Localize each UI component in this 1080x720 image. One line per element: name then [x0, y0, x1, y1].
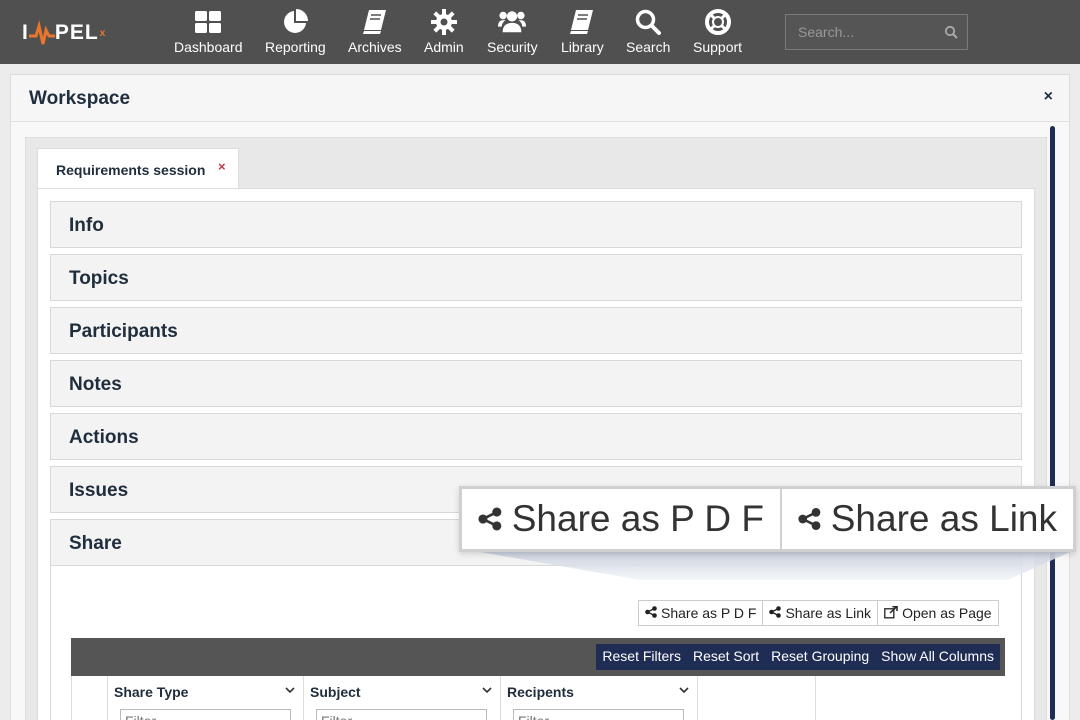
book-icon: [568, 8, 596, 36]
filter-input[interactable]: Filter...: [120, 709, 291, 720]
book-icon: [361, 8, 389, 36]
brand-logo[interactable]: I PEL x: [22, 18, 106, 48]
share-as-link-callout: Share as Link: [782, 489, 1073, 549]
tab-label: Requirements session: [56, 162, 206, 178]
logo-letter: I: [22, 21, 29, 44]
share-as-link-button[interactable]: Share as Link: [763, 601, 879, 625]
show-all-columns-button[interactable]: Show All Columns: [875, 644, 1000, 670]
grid-toolbar-buttons: Reset Filters Reset Sort Reset Grouping …: [596, 644, 1000, 670]
nav-label: Library: [561, 39, 604, 55]
share-button-group: Share as P D F Share as Link Open as Pag…: [638, 600, 999, 626]
nav-search[interactable]: Search: [626, 8, 670, 58]
chevron-down-icon[interactable]: [482, 686, 492, 694]
nav-archives[interactable]: Archives: [348, 8, 402, 58]
grid-selector-column: [72, 676, 108, 720]
page-title: Workspace: [29, 88, 131, 109]
nav-label: Reporting: [265, 39, 326, 55]
share-as-pdf-callout: Share as P D F: [462, 489, 782, 549]
dashboard-icon: [194, 8, 222, 36]
users-icon: [498, 8, 527, 36]
column-share-type[interactable]: Share Type Filter...: [108, 676, 304, 720]
nav-label: Dashboard: [174, 39, 243, 55]
search-placeholder: Search...: [798, 24, 855, 40]
grid-empty-column: [698, 676, 816, 720]
search-icon: [634, 8, 662, 36]
nav-support[interactable]: Support: [693, 8, 742, 58]
pie-chart-icon: [281, 8, 309, 36]
callout-label: Share as P D F: [511, 498, 764, 539]
workspace-content: Requirements session × Info Topics Parti…: [25, 137, 1047, 720]
share-section-body: Share as P D F Share as Link Open as Pag…: [50, 566, 1022, 720]
search-input[interactable]: Search...: [785, 14, 968, 50]
callout-label: Share as Link: [830, 498, 1057, 539]
close-icon[interactable]: ×: [1044, 88, 1053, 106]
tab-body: Info Topics Participants Notes Actions I…: [37, 188, 1035, 720]
search-icon[interactable]: [944, 25, 958, 39]
nav-admin[interactable]: Admin: [424, 8, 464, 58]
button-label: Open as Page: [902, 605, 992, 621]
section-actions[interactable]: Actions: [50, 413, 1022, 460]
workspace-panel: Workspace × Requirements session × Info …: [10, 74, 1070, 720]
open-as-page-button[interactable]: Open as Page: [878, 601, 998, 625]
close-icon[interactable]: ×: [218, 159, 226, 174]
nav-library[interactable]: Library: [561, 8, 604, 58]
nav-label: Archives: [348, 39, 402, 55]
section-info[interactable]: Info: [50, 201, 1022, 248]
nav-label: Admin: [424, 39, 464, 55]
reset-grouping-button[interactable]: Reset Grouping: [765, 644, 875, 670]
share-as-pdf-button[interactable]: Share as P D F: [639, 601, 764, 625]
button-label: Share as P D F: [661, 605, 757, 621]
reset-filters-button[interactable]: Reset Filters: [596, 644, 687, 670]
section-notes[interactable]: Notes: [50, 360, 1022, 407]
grid-header: Share Type Filter... Subject Filter... R…: [71, 676, 1005, 720]
column-header: Subject: [310, 684, 361, 700]
share-icon: [769, 606, 782, 618]
share-icon: [645, 606, 657, 618]
tab-requirements-session[interactable]: Requirements session ×: [37, 148, 239, 188]
column-header: Recipents: [507, 684, 574, 700]
lifebuoy-icon: [704, 8, 732, 36]
section-topics[interactable]: Topics: [50, 254, 1022, 301]
column-subject[interactable]: Subject Filter...: [304, 676, 501, 720]
filter-input[interactable]: Filter...: [513, 709, 684, 720]
nav-label: Support: [693, 39, 743, 55]
nav-label: Security: [487, 39, 538, 55]
nav-reporting[interactable]: Reporting: [265, 8, 326, 58]
filter-input[interactable]: Filter...: [316, 709, 487, 720]
share-icon: [478, 507, 502, 531]
top-navigation-bar: I PEL x Dashboard Reporting Archives Adm…: [0, 0, 1080, 64]
scrollbar[interactable]: [1050, 126, 1055, 720]
chevron-down-icon[interactable]: [285, 686, 295, 694]
logo-text: PEL: [54, 21, 99, 44]
column-recipents[interactable]: Recipents Filter...: [501, 676, 698, 720]
external-link-icon: [884, 606, 898, 619]
nav-dashboard[interactable]: Dashboard: [174, 8, 243, 58]
button-label: Share as Link: [785, 605, 872, 621]
section-participants[interactable]: Participants: [50, 307, 1022, 354]
nav-security[interactable]: Security: [487, 8, 538, 58]
reset-sort-button[interactable]: Reset Sort: [687, 644, 765, 670]
gear-icon: [430, 8, 458, 36]
nav-label: Search: [626, 39, 671, 55]
workspace-header: Workspace ×: [11, 75, 1069, 122]
zoom-callout: Share as P D F Share as Link: [459, 486, 1076, 552]
share-icon: [798, 508, 821, 530]
grid-toolbar: Reset Filters Reset Sort Reset Grouping …: [71, 638, 1005, 676]
logo-superscript: x: [99, 27, 107, 39]
logo-pulse-icon: [28, 20, 55, 45]
column-header: Share Type: [114, 684, 189, 700]
chevron-down-icon[interactable]: [679, 686, 689, 694]
